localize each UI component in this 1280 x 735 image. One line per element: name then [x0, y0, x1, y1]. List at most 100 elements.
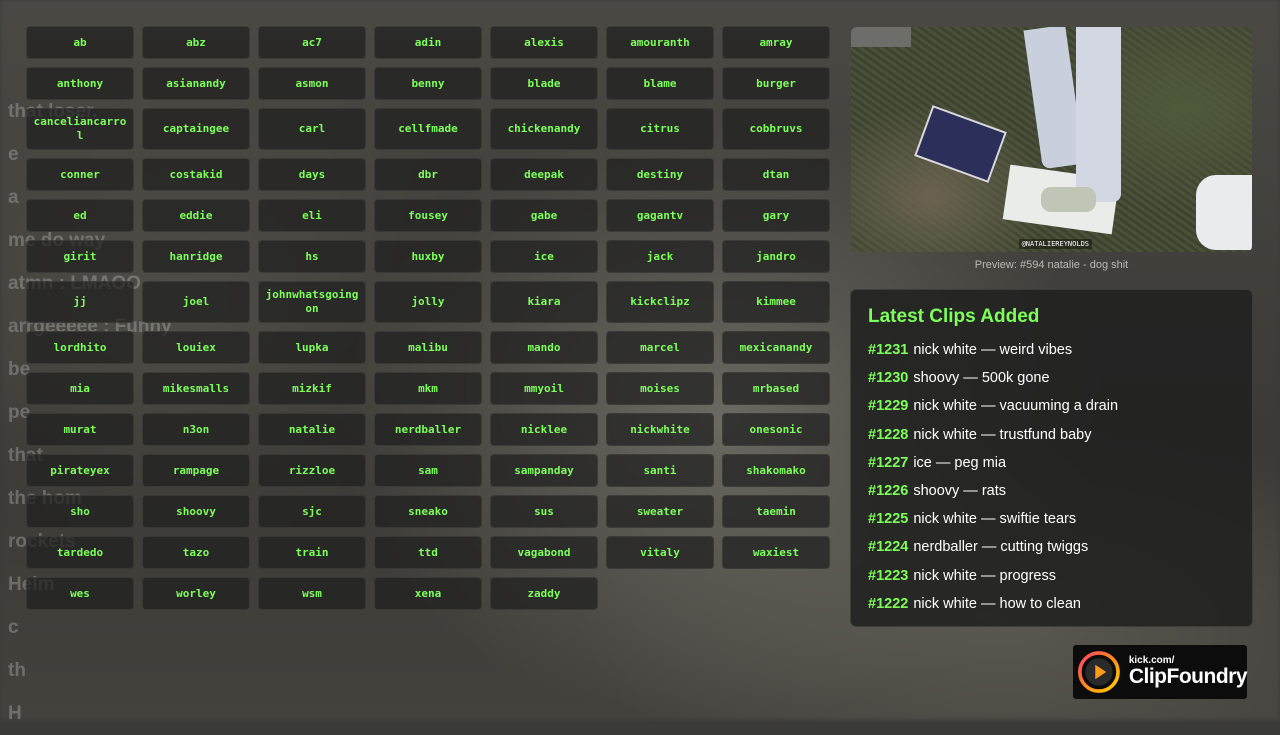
streamer-button-xena[interactable]: xena — [374, 577, 482, 610]
streamer-button-wes[interactable]: wes — [26, 577, 134, 610]
streamer-button-jandro[interactable]: jandro — [722, 240, 830, 273]
streamer-button-tardedo[interactable]: tardedo — [26, 536, 134, 569]
clip-preview[interactable]: @NATALIEREYNOLDS — [851, 27, 1252, 252]
streamer-button-carl[interactable]: carl — [258, 108, 366, 150]
streamer-button-mia[interactable]: mia — [26, 372, 134, 405]
streamer-button-canceliancarrol[interactable]: canceliancarrol — [26, 108, 134, 150]
streamer-button-mkm[interactable]: mkm — [374, 372, 482, 405]
streamer-button-captaingee[interactable]: captaingee — [142, 108, 250, 150]
streamer-button-blame[interactable]: blame — [606, 67, 714, 100]
streamer-button-ice[interactable]: ice — [490, 240, 598, 273]
streamer-button-murat[interactable]: murat — [26, 413, 134, 446]
clip-list-item[interactable]: #1222 nick white — how to clean — [868, 590, 1236, 618]
streamer-button-johnwhatsgoingon[interactable]: johnwhatsgoingon — [258, 281, 366, 323]
streamer-button-vitaly[interactable]: vitaly — [606, 536, 714, 569]
streamer-button-abz[interactable]: abz — [142, 26, 250, 59]
streamer-button-amouranth[interactable]: amouranth — [606, 26, 714, 59]
streamer-button-vagabond[interactable]: vagabond — [490, 536, 598, 569]
clip-list-item[interactable]: #1223 nick white — progress — [868, 562, 1236, 590]
streamer-button-amray[interactable]: amray — [722, 26, 830, 59]
streamer-button-blade[interactable]: blade — [490, 67, 598, 100]
streamer-button-gabe[interactable]: gabe — [490, 199, 598, 232]
clip-list-item[interactable]: #1231 nick white — weird vibes — [868, 336, 1236, 364]
streamer-button-cellfmade[interactable]: cellfmade — [374, 108, 482, 150]
streamer-button-mikesmalls[interactable]: mikesmalls — [142, 372, 250, 405]
streamer-button-lordhito[interactable]: lordhito — [26, 331, 134, 364]
streamer-button-sam[interactable]: sam — [374, 454, 482, 487]
streamer-button-zaddy[interactable]: zaddy — [490, 577, 598, 610]
streamer-button-ab[interactable]: ab — [26, 26, 134, 59]
streamer-button-tazo[interactable]: tazo — [142, 536, 250, 569]
streamer-button-fousey[interactable]: fousey — [374, 199, 482, 232]
streamer-button-dbr[interactable]: dbr — [374, 158, 482, 191]
streamer-button-asianandy[interactable]: asianandy — [142, 67, 250, 100]
streamer-button-ed[interactable]: ed — [26, 199, 134, 232]
streamer-button-kickclipz[interactable]: kickclipz — [606, 281, 714, 323]
streamer-button-nerdballer[interactable]: nerdballer — [374, 413, 482, 446]
streamer-button-kiara[interactable]: kiara — [490, 281, 598, 323]
streamer-button-shoovy[interactable]: shoovy — [142, 495, 250, 528]
clip-list-item[interactable]: #1225 nick white — swiftie tears — [868, 505, 1236, 533]
clip-list-item[interactable]: #1229 nick white — vacuuming a drain — [868, 392, 1236, 420]
streamer-button-cobbruvs[interactable]: cobbruvs — [722, 108, 830, 150]
streamer-button-nicklee[interactable]: nicklee — [490, 413, 598, 446]
streamer-button-destiny[interactable]: destiny — [606, 158, 714, 191]
streamer-button-moises[interactable]: moises — [606, 372, 714, 405]
streamer-button-train[interactable]: train — [258, 536, 366, 569]
streamer-button-worley[interactable]: worley — [142, 577, 250, 610]
streamer-button-benny[interactable]: benny — [374, 67, 482, 100]
streamer-button-n3on[interactable]: n3on — [142, 413, 250, 446]
streamer-button-sus[interactable]: sus — [490, 495, 598, 528]
streamer-button-eli[interactable]: eli — [258, 199, 366, 232]
streamer-button-anthony[interactable]: anthony — [26, 67, 134, 100]
streamer-button-taemin[interactable]: taemin — [722, 495, 830, 528]
streamer-button-lupka[interactable]: lupka — [258, 331, 366, 364]
streamer-button-gagantv[interactable]: gagantv — [606, 199, 714, 232]
streamer-button-sho[interactable]: sho — [26, 495, 134, 528]
streamer-button-jj[interactable]: jj — [26, 281, 134, 323]
streamer-button-natalie[interactable]: natalie — [258, 413, 366, 446]
clip-list-item[interactable]: #1226 shoovy — rats — [868, 477, 1236, 505]
streamer-button-eddie[interactable]: eddie — [142, 199, 250, 232]
streamer-button-pirateyex[interactable]: pirateyex — [26, 454, 134, 487]
streamer-button-mexicanandy[interactable]: mexicanandy — [722, 331, 830, 364]
streamer-button-dtan[interactable]: dtan — [722, 158, 830, 191]
streamer-button-jolly[interactable]: jolly — [374, 281, 482, 323]
streamer-button-mmyoil[interactable]: mmyoil — [490, 372, 598, 405]
streamer-button-mrbased[interactable]: mrbased — [722, 372, 830, 405]
streamer-button-wsm[interactable]: wsm — [258, 577, 366, 610]
streamer-button-asmon[interactable]: asmon — [258, 67, 366, 100]
streamer-button-shakomako[interactable]: shakomako — [722, 454, 830, 487]
streamer-button-deepak[interactable]: deepak — [490, 158, 598, 191]
streamer-button-mizkif[interactable]: mizkif — [258, 372, 366, 405]
streamer-button-malibu[interactable]: malibu — [374, 331, 482, 364]
streamer-button-joel[interactable]: joel — [142, 281, 250, 323]
clip-list-item[interactable]: #1227 ice — peg mia — [868, 449, 1236, 477]
streamer-button-onesonic[interactable]: onesonic — [722, 413, 830, 446]
streamer-button-chickenandy[interactable]: chickenandy — [490, 108, 598, 150]
clip-list-item[interactable]: #1224 nerdballer — cutting twiggs — [868, 533, 1236, 561]
streamer-button-rizzloe[interactable]: rizzloe — [258, 454, 366, 487]
streamer-button-alexis[interactable]: alexis — [490, 26, 598, 59]
streamer-button-sampanday[interactable]: sampanday — [490, 454, 598, 487]
streamer-button-burger[interactable]: burger — [722, 67, 830, 100]
clip-list-item[interactable]: #1230 shoovy — 500k gone — [868, 364, 1236, 392]
streamer-button-jack[interactable]: jack — [606, 240, 714, 273]
streamer-button-citrus[interactable]: citrus — [606, 108, 714, 150]
streamer-button-louiex[interactable]: louiex — [142, 331, 250, 364]
streamer-button-kimmee[interactable]: kimmee — [722, 281, 830, 323]
streamer-button-ac7[interactable]: ac7 — [258, 26, 366, 59]
streamer-button-days[interactable]: days — [258, 158, 366, 191]
streamer-button-sweater[interactable]: sweater — [606, 495, 714, 528]
streamer-button-hanridge[interactable]: hanridge — [142, 240, 250, 273]
streamer-button-huxby[interactable]: huxby — [374, 240, 482, 273]
streamer-button-conner[interactable]: conner — [26, 158, 134, 191]
streamer-button-nickwhite[interactable]: nickwhite — [606, 413, 714, 446]
clip-list-item[interactable]: #1228 nick white — trustfund baby — [868, 421, 1236, 449]
streamer-button-waxiest[interactable]: waxiest — [722, 536, 830, 569]
streamer-button-santi[interactable]: santi — [606, 454, 714, 487]
streamer-button-rampage[interactable]: rampage — [142, 454, 250, 487]
streamer-button-marcel[interactable]: marcel — [606, 331, 714, 364]
streamer-button-girit[interactable]: girit — [26, 240, 134, 273]
streamer-button-gary[interactable]: gary — [722, 199, 830, 232]
